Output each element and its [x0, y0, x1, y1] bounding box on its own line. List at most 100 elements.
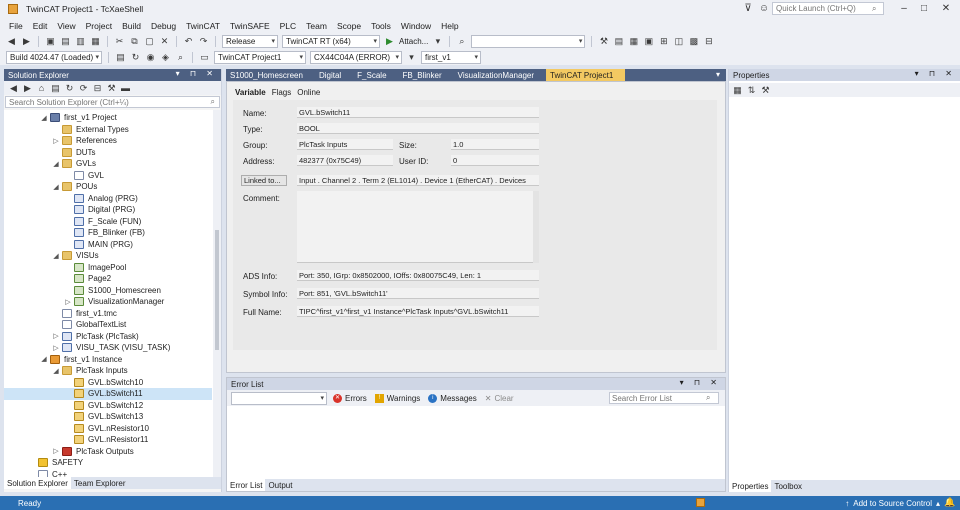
- menu-twinsafe[interactable]: TwinSAFE: [225, 21, 275, 31]
- paste-icon[interactable]: ▢: [144, 36, 155, 47]
- undo-icon[interactable]: ↶: [183, 36, 194, 47]
- solution-explorer-search[interactable]: ⌕: [5, 96, 220, 108]
- refresh-icon[interactable]: ⟳: [78, 83, 89, 94]
- tree-item[interactable]: ImagePool: [4, 262, 212, 274]
- attach-play-icon[interactable]: ▶: [384, 36, 395, 47]
- error-search-input[interactable]: [612, 393, 706, 403]
- switch-views-icon[interactable]: ▤: [50, 83, 61, 94]
- size-field[interactable]: 1.0: [451, 139, 539, 150]
- copy-icon[interactable]: ⧉: [129, 36, 140, 47]
- expand-arrow-icon[interactable]: ◢: [40, 355, 48, 363]
- run-mode-icon[interactable]: ◉: [145, 52, 156, 63]
- tree-item[interactable]: ◢ POUs: [4, 181, 212, 193]
- back-icon[interactable]: ◀: [6, 36, 17, 47]
- save-icon[interactable]: ▥: [75, 36, 86, 47]
- tree-item[interactable]: GVL.nResistor10: [4, 423, 212, 435]
- config-mode-icon[interactable]: ◈: [160, 52, 171, 63]
- expand-arrow-icon[interactable]: ▷: [52, 137, 60, 145]
- save-all-icon[interactable]: ▦: [90, 36, 101, 47]
- tree-item[interactable]: GVL.bSwitch13: [4, 411, 212, 423]
- minimize-button[interactable]: –: [896, 2, 912, 15]
- quick-launch-input[interactable]: [776, 4, 872, 13]
- tab-online[interactable]: Online: [297, 88, 320, 97]
- group-field[interactable]: PlcTask Inputs: [297, 139, 393, 150]
- document-tab[interactable]: TwinCAT Project1: [546, 69, 626, 81]
- tree-item[interactable]: ◢ first_v1 Instance: [4, 354, 212, 366]
- expand-arrow-icon[interactable]: ◢: [52, 183, 60, 191]
- tab-variable[interactable]: Variable: [235, 88, 266, 97]
- quick-launch-search[interactable]: ⌕: [772, 2, 884, 15]
- build-version-combo[interactable]: Build 4024.47 (Loaded) ▾: [6, 50, 102, 64]
- sync-icon[interactable]: ↻: [64, 83, 75, 94]
- tree-item[interactable]: GVL.bSwitch10: [4, 377, 212, 389]
- properties-icon[interactable]: ⚒: [106, 83, 117, 94]
- scrollbar-thumb[interactable]: [215, 230, 219, 350]
- expand-arrow-icon[interactable]: ◢: [40, 114, 48, 122]
- tree-item[interactable]: GVL.bSwitch12: [4, 400, 212, 412]
- symbol-info-field[interactable]: Port: 851, 'GVL.bSwitch11': [297, 288, 539, 299]
- tool-icon-8[interactable]: ⊟: [703, 36, 714, 47]
- tree-item[interactable]: GVL.bSwitch11: [4, 388, 212, 400]
- tool-icon-7[interactable]: ▩: [688, 36, 699, 47]
- comment-scrollbar[interactable]: [533, 191, 539, 263]
- panel-controls[interactable]: ▾ ⊓ ✕: [176, 69, 217, 78]
- full-name-field[interactable]: TIPC^first_v1^first_v1 Instance^PlcTask …: [297, 306, 539, 317]
- notification-icon[interactable]: [696, 498, 705, 507]
- solution-search-input[interactable]: [9, 97, 189, 107]
- expand-arrow-icon[interactable]: ▷: [64, 298, 72, 306]
- tree-scrollbar[interactable]: [213, 110, 221, 477]
- configuration-combo[interactable]: Release ▾: [222, 34, 278, 48]
- find-icon[interactable]: ⌕: [456, 36, 467, 47]
- tree-item[interactable]: ◢ GVLs: [4, 158, 212, 170]
- home-icon[interactable]: ⌂: [36, 83, 47, 94]
- expand-arrow-icon[interactable]: ◢: [52, 160, 60, 168]
- tree-item[interactable]: Digital (PRG): [4, 204, 212, 216]
- forward-icon[interactable]: ▶: [21, 36, 32, 47]
- filter-icon[interactable]: ⊽: [740, 2, 756, 15]
- menu-plc[interactable]: PLC: [275, 21, 302, 31]
- tree-item[interactable]: ▷ PlcTask (PlcTask): [4, 331, 212, 343]
- linked-to-button[interactable]: Linked to...: [241, 175, 287, 186]
- target-combo[interactable]: CX44C04A (ERROR) ▾: [310, 50, 402, 64]
- bell-icon[interactable]: 🔔: [944, 497, 955, 508]
- userid-field[interactable]: 0: [451, 155, 539, 166]
- tree-item[interactable]: ◢ VISUs: [4, 250, 212, 262]
- account-icon[interactable]: ☺: [756, 2, 772, 15]
- errors-filter-button[interactable]: ✕ Errors: [331, 393, 369, 403]
- new-project-icon[interactable]: ▣: [45, 36, 56, 47]
- expand-arrow-icon[interactable]: ▷: [52, 332, 60, 340]
- comment-textarea[interactable]: [297, 191, 539, 263]
- ads-info-field[interactable]: Port: 350, IGrp: 0x8502000, IOffs: 0x800…: [297, 270, 539, 281]
- delete-icon[interactable]: ✕: [159, 36, 170, 47]
- panel-controls[interactable]: ▾ ⊓ ✕: [915, 69, 956, 78]
- tree-item[interactable]: GVL: [4, 170, 212, 182]
- expand-arrow-icon[interactable]: ◢: [52, 252, 60, 260]
- find-combo[interactable]: ▾: [471, 34, 586, 48]
- scope-combo[interactable]: ▾: [231, 391, 327, 405]
- menu-help[interactable]: Help: [436, 21, 463, 31]
- document-tab[interactable]: VisualizationManager: [454, 69, 546, 81]
- collapse-icon[interactable]: ⊟: [92, 83, 103, 94]
- tool-icon-6[interactable]: ◫: [673, 36, 684, 47]
- document-tab[interactable]: S1000_Homescreen: [226, 69, 315, 81]
- maximize-button[interactable]: □: [916, 2, 932, 15]
- tree-item[interactable]: SAFETY: [4, 457, 212, 469]
- menu-build[interactable]: Build: [117, 21, 146, 31]
- toggle-icon[interactable]: ▭: [199, 52, 210, 63]
- tree-item[interactable]: Analog (PRG): [4, 193, 212, 205]
- expand-arrow-icon[interactable]: ◢: [52, 367, 60, 375]
- tree-item[interactable]: MAIN (PRG): [4, 239, 212, 251]
- project-combo[interactable]: TwinCAT Project1 ▾: [214, 50, 306, 64]
- tab-overflow-icon[interactable]: ▾: [716, 70, 720, 79]
- menu-window[interactable]: Window: [396, 21, 436, 31]
- menu-file[interactable]: File: [4, 21, 28, 31]
- menu-team[interactable]: Team: [301, 21, 332, 31]
- preview-icon[interactable]: ▬: [120, 83, 131, 94]
- alphabetical-icon[interactable]: ⇅: [746, 85, 757, 96]
- cut-icon[interactable]: ✂: [114, 36, 125, 47]
- tree-item[interactable]: ▷ VISU_TASK (VISU_TASK): [4, 342, 212, 354]
- tool-icon-2[interactable]: ▤: [613, 36, 624, 47]
- plc-combo[interactable]: first_v1 ▾: [421, 50, 481, 64]
- tab-solution-explorer[interactable]: Solution Explorer: [4, 477, 71, 489]
- tool-icon-5[interactable]: ⊞: [658, 36, 669, 47]
